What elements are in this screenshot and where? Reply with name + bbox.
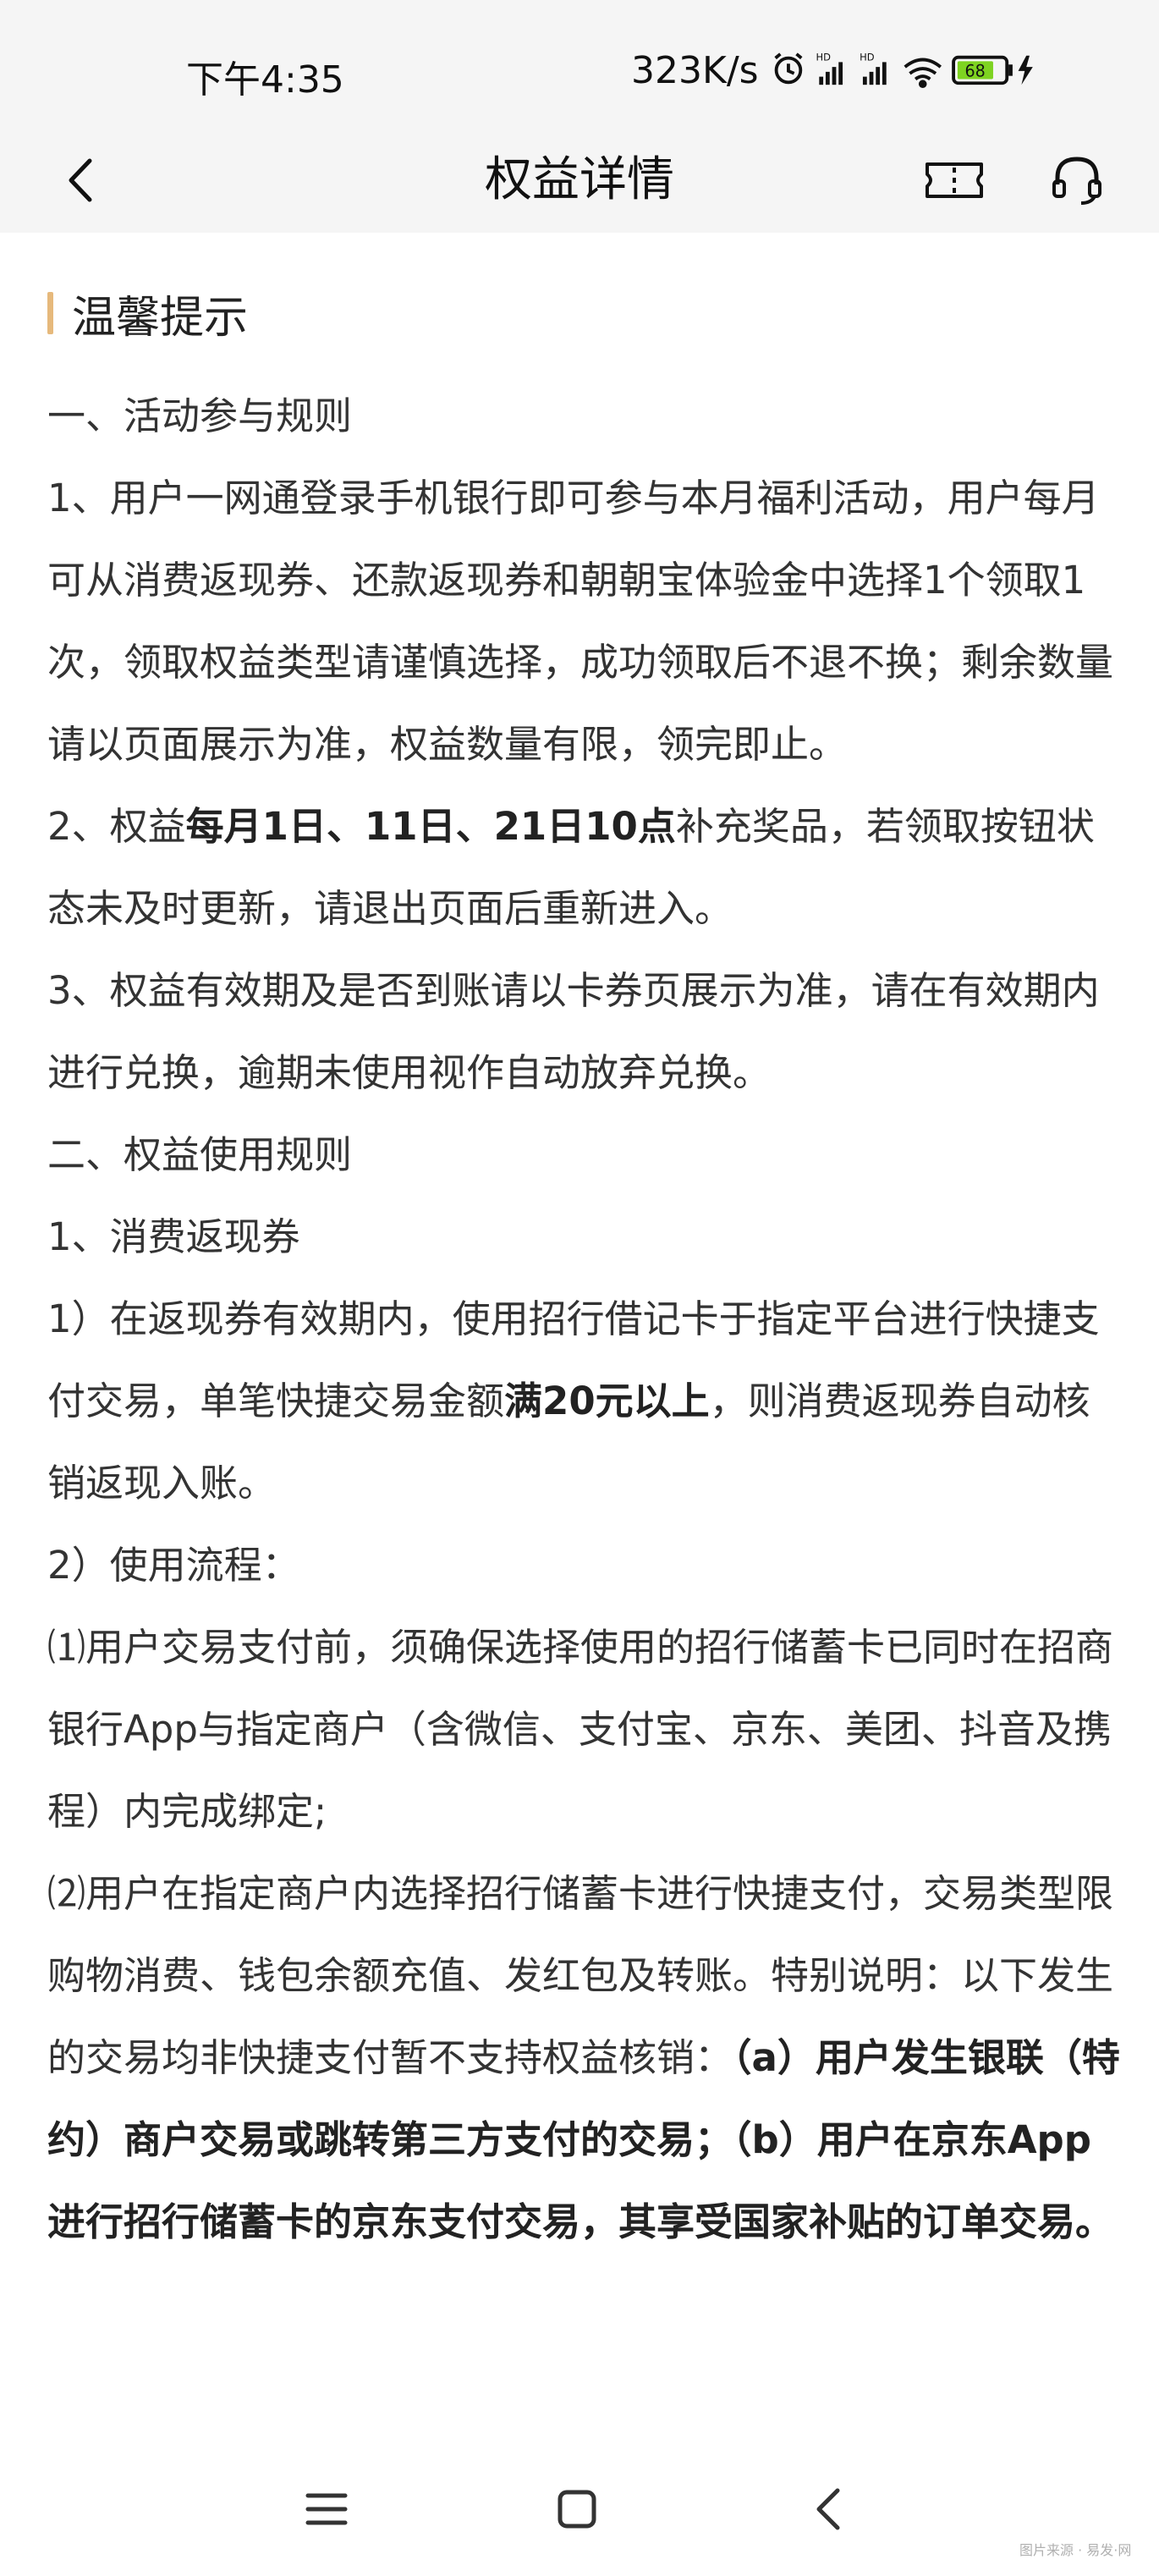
rule-usage-flow: 2）使用流程： (47, 1543, 300, 1588)
alarm-icon (774, 52, 803, 85)
rule-subsection: 1、消费返现券 (47, 1214, 300, 1259)
system-nav-bar (0, 2463, 1159, 2556)
ticket-icon (926, 162, 983, 198)
hd-signal-icon: HD (816, 51, 843, 85)
tip-text: 一、活动参与规则 1、用户一网通登录手机银行即可参与本月福利活动，用户每月可从消… (47, 375, 1122, 2263)
home-button[interactable] (552, 2484, 602, 2535)
menu-icon (305, 2493, 348, 2525)
chevron-left-icon (69, 158, 92, 202)
svg-text:HD: HD (860, 51, 875, 63)
rule-section-1: 一、活动参与规则 (47, 394, 353, 438)
rule-item-1: 1、用户一网通登录手机银行即可参与本月福利活动，用户每月可从消费返现券、还款返现… (47, 476, 1114, 767)
square-home-icon (558, 2490, 596, 2529)
triangle-back-icon (816, 2488, 840, 2530)
back-button[interactable] (52, 151, 112, 210)
watermark: 图片来源 · 易发·网 (1019, 2542, 1132, 2558)
section-heading: 温馨提示 (47, 275, 1122, 351)
battery-level: 68 (964, 62, 985, 81)
wifi-icon (904, 58, 942, 88)
rule-step-2: ⑵用户在指定商户内选择招行储蓄卡进行快捷支付，交易类型限购物消费、钱包余额充值、… (47, 1852, 1122, 2263)
charging-icon (1018, 55, 1033, 85)
status-icons: HD HD 68 (774, 51, 1033, 88)
nav-bar: 权益详情 (0, 127, 1159, 233)
rule-section-2: 二、权益使用规则 (47, 1132, 353, 1177)
network-speed: 323K/s (631, 49, 759, 92)
tips-content: 温馨提示 一、活动参与规则 1、用户一网通登录手机银行即可参与本月福利活动，用户… (47, 275, 1122, 2263)
rule-item-3: 3、权益有效期及是否到账请以卡券页展示为准，请在有效期内进行兑换，逾期未使用视作… (47, 968, 1100, 1095)
heading-accent-bar (47, 292, 53, 334)
status-bar: 下午4:35 323K/s HD HD 68 (0, 0, 1159, 127)
headset-icon (1052, 157, 1101, 205)
rule-item-2: 2、权益每月1日、11日、21日10点补充奖品，若领取按钮状态未及时更新，请退出… (47, 785, 1122, 949)
hd-signal-icon: HD (860, 51, 887, 85)
customer-service-button[interactable] (1047, 151, 1107, 210)
rule-item-cashback: 1）在返现券有效期内，使用招行借记卡于指定平台进行快捷支付交易，单笔快捷交易金额… (47, 1278, 1122, 1524)
rule-text: 2、权益 (47, 804, 186, 849)
battery-icon: 68 (952, 55, 1013, 85)
system-back-button[interactable] (804, 2484, 854, 2535)
heading-text: 温馨提示 (72, 292, 249, 344)
rule-step-1: ⑴用户交易支付前，须确保选择使用的招行储蓄卡已同时在招商银行App与指定商户（含… (47, 1625, 1114, 1834)
status-time: 下午4:35 (186, 58, 344, 102)
rule-emphasis: 每月1日、11日、21日10点 (185, 804, 676, 849)
svg-text:HD: HD (816, 51, 831, 63)
coupon-button[interactable] (922, 151, 986, 210)
rule-emphasis: 满20元以上 (504, 1379, 710, 1423)
menu-button[interactable] (301, 2484, 352, 2535)
